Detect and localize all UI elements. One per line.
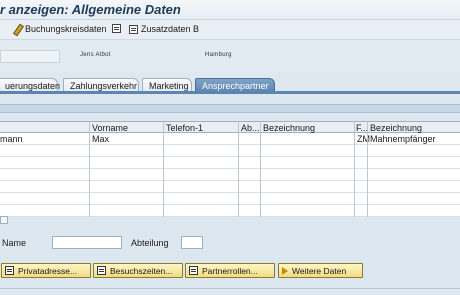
abteilung-field[interactable] bbox=[181, 236, 203, 249]
document-button[interactable] bbox=[112, 24, 121, 33]
contacts-table: Vorname Telefon-1 Ab... Bezeichnung F...… bbox=[0, 121, 460, 217]
application-toolbar: Buchungskreisdaten Zusatzdaten B bbox=[0, 20, 460, 40]
name-label: Name bbox=[2, 238, 27, 248]
partner-icon bbox=[189, 266, 198, 275]
title-bar: r anzeigen: Allgemeine Daten bbox=[0, 0, 460, 20]
column-header[interactable]: Telefon-1 bbox=[166, 123, 203, 133]
vendor-name: Jens Albot bbox=[80, 52, 111, 58]
table-row[interactable] bbox=[0, 145, 460, 157]
edit-pen-icon bbox=[12, 24, 22, 34]
divider bbox=[0, 288, 460, 289]
tab-marketing[interactable]: Marketing bbox=[142, 78, 192, 92]
table-row[interactable] bbox=[0, 169, 460, 181]
vendor-number-field bbox=[0, 50, 60, 63]
arrow-right-icon bbox=[282, 266, 288, 275]
column-header[interactable]: Vorname bbox=[92, 123, 128, 133]
column-divider bbox=[89, 121, 90, 217]
table-scroll-handle[interactable] bbox=[0, 216, 8, 224]
cell-bezeichnung: Mahnempfänger bbox=[370, 134, 436, 144]
document-icon bbox=[112, 24, 121, 33]
tab-label: Marketing bbox=[149, 81, 189, 91]
window-title: r anzeigen: Allgemeine Daten bbox=[0, 2, 181, 17]
weitere-daten-button[interactable]: Weitere Daten bbox=[278, 263, 363, 278]
tab-zahlungsverkehr[interactable]: Zahlungsverkehr bbox=[63, 78, 139, 92]
calendar-icon bbox=[97, 266, 106, 275]
table-header: Vorname Telefon-1 Ab... Bezeichnung F...… bbox=[0, 121, 460, 133]
table-row[interactable] bbox=[0, 157, 460, 169]
vendor-city: Hamburg bbox=[205, 52, 232, 58]
button-label: Privatadresse... bbox=[18, 265, 78, 276]
table-row[interactable] bbox=[0, 205, 460, 217]
document-icon bbox=[129, 24, 138, 34]
column-divider bbox=[260, 121, 261, 217]
zusatzdaten-b-button[interactable]: Zusatzdaten B bbox=[129, 24, 199, 34]
button-label: Besuchszeiten... bbox=[110, 265, 173, 276]
column-divider bbox=[238, 121, 239, 217]
table-row[interactable] bbox=[0, 193, 460, 205]
panel-header-strip bbox=[0, 104, 460, 113]
column-divider bbox=[367, 121, 368, 217]
column-header[interactable]: Bezeichnung bbox=[263, 123, 315, 133]
name-field[interactable] bbox=[52, 236, 122, 249]
cell-name: mann bbox=[0, 134, 23, 144]
tab-label: Zahlungsverkehr bbox=[70, 81, 138, 91]
besuchszeiten-button[interactable]: Besuchszeiten... bbox=[93, 263, 183, 278]
column-divider bbox=[354, 121, 355, 217]
tab-steuerungsdaten[interactable]: uerungsdaten bbox=[0, 78, 61, 92]
column-header[interactable]: Ab... bbox=[241, 123, 260, 133]
tab-strip: uerungsdaten Zahlungsverkehr Marketing A… bbox=[0, 78, 460, 92]
buchungskreisdaten-button[interactable]: Buchungskreisdaten bbox=[12, 24, 107, 34]
tab-ansprechpartner[interactable]: Ansprechpartner bbox=[195, 78, 275, 92]
column-header[interactable]: Bezeichnung bbox=[370, 123, 422, 133]
tab-label: uerungsdaten bbox=[5, 81, 61, 91]
table-row[interactable]: mann Max ZM Mahnempfänger bbox=[0, 133, 460, 145]
search-form: Name Abteilung bbox=[0, 236, 460, 250]
cell-function: ZM bbox=[357, 134, 370, 144]
header-area: Jens Albot Hamburg bbox=[0, 40, 460, 72]
tab-label: Ansprechpartner bbox=[202, 81, 269, 91]
privatadresse-button[interactable]: Privatadresse... bbox=[1, 263, 91, 278]
cell-vorname: Max bbox=[92, 134, 110, 144]
toolbar-label: Zusatzdaten B bbox=[141, 24, 200, 34]
abteilung-label: Abteilung bbox=[131, 238, 169, 248]
document-icon bbox=[5, 266, 14, 275]
toolbar-label: Buchungskreisdaten bbox=[25, 24, 107, 34]
column-divider bbox=[163, 121, 164, 217]
button-label: Weitere Daten bbox=[292, 265, 347, 276]
button-label: Partnerrollen... bbox=[202, 265, 258, 276]
partnerrollen-button[interactable]: Partnerrollen... bbox=[185, 263, 275, 278]
table-row[interactable] bbox=[0, 181, 460, 193]
